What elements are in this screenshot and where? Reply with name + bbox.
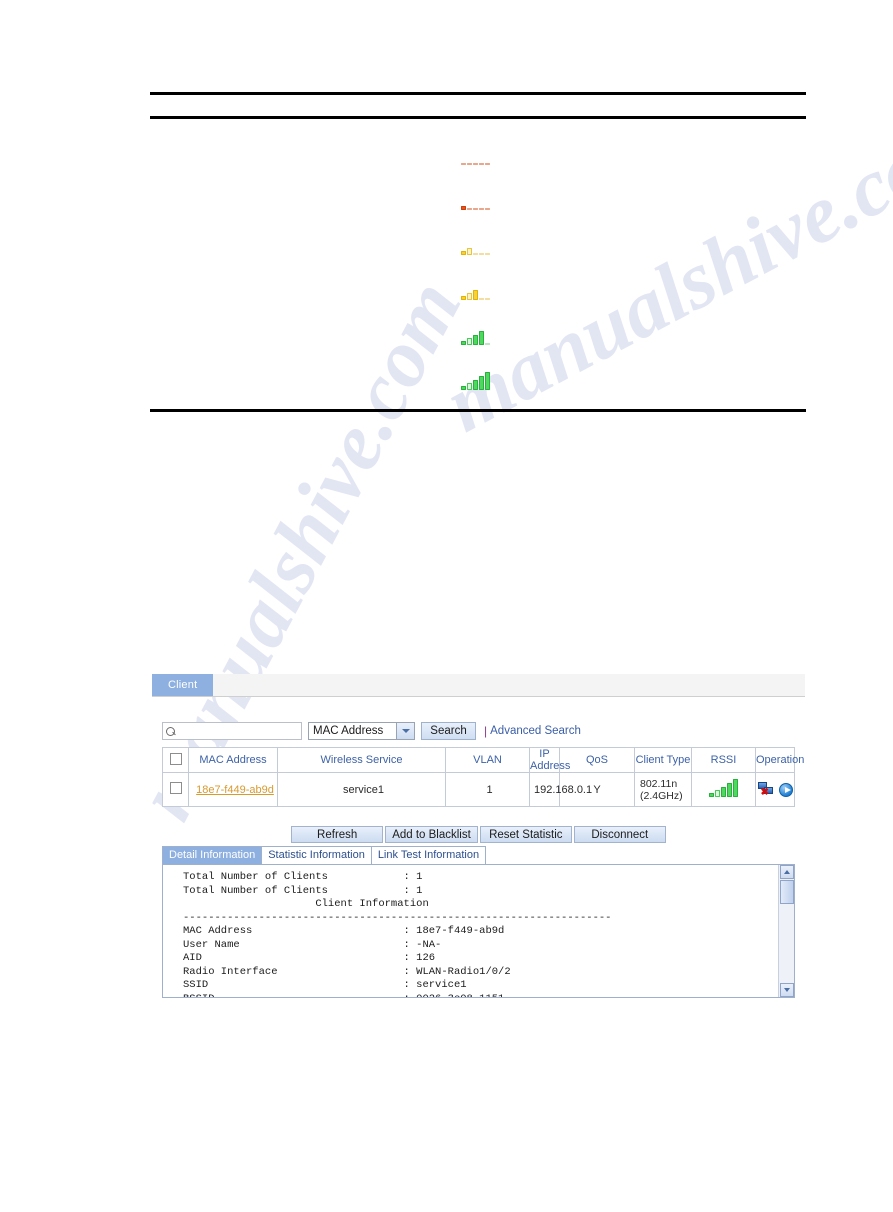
cell-vlan: 1 (445, 772, 530, 807)
add-to-blacklist-button[interactable]: Add to Blacklist (385, 826, 478, 843)
rssi-level-3-icon (461, 282, 490, 300)
mac-address-link[interactable]: 18e7-f449-ab9d (196, 784, 274, 796)
search-input-wrap[interactable] (162, 722, 302, 741)
legend-row (150, 223, 806, 268)
row-checkbox[interactable] (169, 782, 182, 794)
search-input[interactable] (163, 725, 301, 741)
detail-output-text: Total Number of Clients : 1 Total Number… (183, 871, 612, 997)
cell-operation: ✖ (755, 772, 795, 807)
rssi-level-5-icon (461, 371, 490, 390)
rssi-legend-block (150, 92, 806, 412)
search-button[interactable]: Search (421, 722, 476, 740)
cell-mac-address: 18e7-f449-ab9d (188, 772, 278, 807)
search-field-selected-value: MAC Address (313, 725, 384, 737)
column-header-operation: Operation (755, 747, 804, 773)
rssi-level-2-icon (461, 237, 490, 255)
legend-row (150, 313, 806, 358)
scroll-thumb[interactable] (779, 880, 794, 904)
panel-body: MAC Address Search | Advanced Search MAC… (152, 697, 805, 998)
select-all-checkbox[interactable] (169, 752, 182, 765)
client-type-band: (2.4GHz) (640, 789, 683, 802)
chevron-down-icon[interactable] (396, 723, 414, 739)
operation-icons: ✖ (756, 782, 794, 798)
disconnect-client-icon[interactable]: ✖ (757, 782, 775, 798)
tab-link-test-information[interactable]: Link Test Information (370, 846, 487, 864)
rssi-level-4-icon (461, 327, 490, 345)
advanced-search-link[interactable]: Advanced Search (490, 725, 581, 737)
cell-rssi (691, 772, 756, 807)
tab-statistic-information[interactable]: Statistic Information (261, 846, 372, 864)
column-header-mac-address[interactable]: MAC Address (188, 747, 278, 773)
search-field-select[interactable]: MAC Address (308, 722, 415, 740)
column-header-wireless-service[interactable]: Wireless Service (277, 747, 446, 773)
legend-row (150, 178, 806, 223)
rssi-level-4-icon (709, 779, 738, 797)
cell-client-type: 802.11n (2.4GHz) (634, 772, 692, 807)
rssi-level-0-icon (461, 147, 490, 165)
panel-tabbar: Client (152, 674, 805, 697)
legend-row (150, 133, 806, 178)
column-header-qos[interactable]: QoS (559, 747, 635, 773)
column-header-ip-address[interactable]: IP Address (529, 747, 570, 773)
rssi-level-1-icon (461, 192, 490, 210)
cell-wireless-service: service1 (277, 772, 446, 807)
scroll-up-icon[interactable] (779, 865, 794, 879)
search-separator: | (484, 724, 488, 738)
detail-subtabs: Detail Information Statistic Information… (162, 846, 795, 865)
link-test-icon[interactable] (778, 782, 793, 797)
detail-output-scrollbar[interactable] (778, 865, 794, 997)
detail-output-panel: Total Number of Clients : 1 Total Number… (162, 865, 795, 998)
row-select-cell[interactable] (162, 772, 189, 807)
table-row: 18e7-f449-ab9d service1 1 192.168.0.1 Y … (162, 772, 795, 807)
column-header-client-type[interactable]: Client Type (634, 747, 692, 773)
cell-ip-address: 192.168.0.1 (529, 772, 592, 807)
tab-detail-information[interactable]: Detail Information (162, 846, 263, 864)
legend-row (150, 268, 806, 313)
client-table: MAC Address Wireless Service VLAN IP Add… (162, 747, 804, 807)
disconnect-button[interactable]: Disconnect (573, 826, 666, 843)
column-header-rssi[interactable]: RSSI (691, 747, 756, 773)
search-icon (166, 727, 175, 736)
column-header-vlan[interactable]: VLAN (445, 747, 530, 773)
search-row: MAC Address Search | Advanced Search (162, 721, 795, 741)
legend-row (150, 358, 806, 403)
client-type-standard: 802.11n (640, 777, 678, 790)
action-button-row: Refresh Add to Blacklist Reset Statistic… (162, 826, 795, 843)
table-header-row: MAC Address Wireless Service VLAN IP Add… (162, 747, 804, 773)
legend-rule-bottom (150, 409, 806, 412)
refresh-button[interactable]: Refresh (291, 826, 384, 843)
legend-rows (150, 119, 806, 409)
reset-statistic-button[interactable]: Reset Statistic (479, 826, 572, 843)
select-all-header[interactable] (162, 747, 189, 773)
client-management-panel: Client MAC Address Search | Advanced Sea… (152, 674, 805, 998)
tab-client[interactable]: Client (152, 674, 214, 696)
scroll-down-icon[interactable] (779, 983, 794, 997)
